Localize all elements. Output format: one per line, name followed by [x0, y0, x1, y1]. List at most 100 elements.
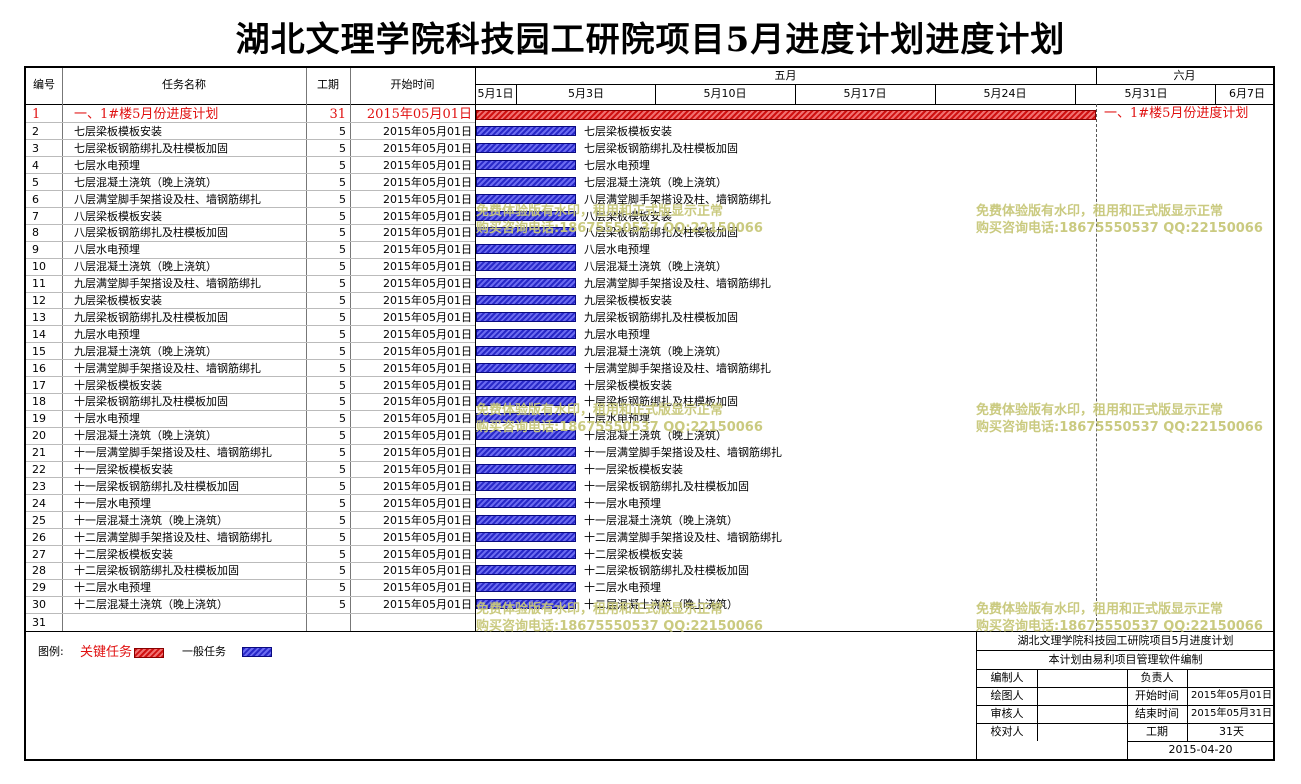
table-row[interactable]: 20 十层混凝土浇筑（晚上浇筑） 5 2015年05月01日: [26, 427, 475, 444]
table-row[interactable]: 15 九层混凝土浇筑（晚上浇筑） 5 2015年05月01日: [26, 343, 475, 360]
table-row[interactable]: 24 十一层水电预埋 5 2015年05月01日: [26, 495, 475, 512]
table-row[interactable]: 26 十二层满堂脚手架搭设及柱、墙钢筋绑扎 5 2015年05月01日: [26, 529, 475, 546]
watermark-line1: 免费体验版有水印，租用和正式版显示正常: [976, 403, 1224, 418]
task-bar[interactable]: [476, 142, 576, 153]
task-id: 7: [32, 209, 39, 223]
table-row[interactable]: 8 八层梁板钢筋绑扎及柱模板加固 5 2015年05月01日: [26, 224, 475, 241]
task-bar[interactable]: [476, 295, 576, 305]
table-row[interactable]: 4 七层水电预埋 5 2015年05月01日: [26, 157, 475, 174]
task-bar[interactable]: [476, 464, 576, 474]
table-row[interactable]: 18 十层梁板钢筋绑扎及柱模板加固 5 2015年05月01日: [26, 393, 475, 410]
tick-label: 5月10日: [703, 87, 747, 100]
table-row[interactable]: 3 七层梁板钢筋绑扎及柱模板加固 5 2015年05月01日: [26, 140, 475, 157]
task-name: 十一层混凝土浇筑（晚上浇筑）: [74, 513, 228, 527]
task-bar[interactable]: [476, 531, 576, 542]
task-start: 2015年05月01日: [383, 344, 472, 358]
table-row[interactable]: 5 七层混凝土浇筑（晚上浇筑） 5 2015年05月01日: [26, 174, 475, 191]
tb-end-label: 结束时间: [1135, 707, 1179, 720]
task-id: 12: [32, 294, 46, 307]
table-row[interactable]: 30 十二层混凝土浇筑（晚上浇筑） 5 2015年05月01日: [26, 596, 475, 613]
task-bar[interactable]: [476, 126, 576, 136]
header-name: 任务名称: [162, 78, 206, 91]
table-row[interactable]: 9 八层水电预埋 5 2015年05月01日: [26, 241, 475, 258]
watermark-line1: 免费体验版有水印，租用和正式版显示正常: [476, 204, 724, 219]
table-row[interactable]: 7 八层梁板模板安装 5 2015年05月01日: [26, 208, 475, 225]
table-row[interactable]: 16 十层满堂脚手架搭设及柱、墙钢筋绑扎 5 2015年05月01日: [26, 360, 475, 377]
summary-start: 2015年05月01日: [366, 107, 472, 122]
task-bar[interactable]: [476, 261, 576, 272]
table-row[interactable]: 17 十层梁板模板安装 5 2015年05月01日: [26, 377, 475, 394]
table-row[interactable]: 10 八层混凝土浇筑（晚上浇筑） 5 2015年05月01日: [26, 258, 475, 275]
task-bar[interactable]: [476, 565, 576, 576]
task-start: 2015年05月01日: [383, 378, 472, 392]
task-duration: 5: [339, 192, 346, 206]
table-row[interactable]: 12 九层梁板模板安装 5 2015年05月01日: [26, 292, 475, 309]
task-bar[interactable]: [476, 362, 576, 373]
task-bar[interactable]: [476, 345, 576, 356]
task-id: 2: [32, 125, 39, 138]
table-row[interactable]: 2 七层梁板模板安装 5 2015年05月01日: [26, 123, 475, 140]
task-name: 七层梁板模板安装: [74, 125, 162, 138]
table-row[interactable]: 28 十二层梁板钢筋绑扎及柱模板加固 5 2015年05月01日: [26, 562, 475, 579]
summary-row[interactable]: 1 一、1#楼5月份进度计划 31 2015年05月01日: [26, 106, 475, 123]
task-name: 十二层梁板钢筋绑扎及柱模板加固: [74, 564, 239, 578]
tick-label: 5月1日: [477, 87, 514, 100]
task-name: 十二层水电预埋: [74, 581, 151, 595]
task-bar-label: 十一层梁板模板安装: [584, 463, 683, 476]
table-row[interactable]: 22 十一层梁板模板安装 5 2015年05月01日: [26, 461, 475, 478]
watermark-line2: 购买咨询电话:18675550537 QQ:22150066: [976, 619, 1263, 634]
task-duration: 5: [339, 209, 346, 223]
task-bar-label: 八层混凝土浇筑（晚上浇筑）: [584, 260, 727, 274]
table-row[interactable]: 13 九层梁板钢筋绑扎及柱模板加固 5 2015年05月01日: [26, 309, 475, 326]
tick-label: 5月17日: [843, 87, 887, 100]
task-bar[interactable]: [476, 480, 576, 491]
task-id: 21: [32, 446, 46, 460]
table-row[interactable]: 14 九层水电预埋 5 2015年05月01日: [26, 326, 475, 343]
task-id: 29: [32, 581, 46, 595]
table-row[interactable]: 11 九层满堂脚手架搭设及柱、墙钢筋绑扎 5 2015年05月01日: [26, 275, 475, 292]
table-row[interactable]: 19 十层水电预埋 5 2015年05月01日: [26, 410, 475, 427]
summary-bar[interactable]: [476, 110, 1096, 120]
task-bar[interactable]: [476, 244, 576, 255]
task-bar[interactable]: [476, 176, 576, 187]
task-name: 八层满堂脚手架搭设及柱、墙钢筋绑扎: [74, 192, 261, 206]
tick-sep: [935, 84, 936, 104]
task-start: 2015年05月01日: [383, 547, 472, 561]
task-bar[interactable]: [476, 548, 576, 559]
task-bar[interactable]: [476, 582, 576, 593]
task-bar[interactable]: [476, 514, 576, 525]
table-row[interactable]: 27 十二层梁板模板安装 5 2015年05月01日: [26, 546, 475, 563]
tb-editor-label: 编制人: [990, 671, 1024, 684]
task-bar[interactable]: [476, 328, 576, 339]
table-row[interactable]: 29 十二层水电预埋 5 2015年05月01日: [26, 579, 475, 596]
summary-bar-label: 一、1#楼5月份进度计划: [1104, 106, 1249, 121]
table-row[interactable]: 21 十一层满堂脚手架搭设及柱、墙钢筋绑扎 5 2015年05月01日: [26, 444, 475, 461]
task-bar[interactable]: [476, 497, 576, 508]
tick-label: 6月7日: [1229, 87, 1265, 100]
task-bar-label: 十一层梁板钢筋绑扎及柱模板加固: [584, 479, 749, 493]
table-row[interactable]: 6 八层满堂脚手架搭设及柱、墙钢筋绑扎 5 2015年05月01日: [26, 191, 475, 208]
period-end-line: [1096, 104, 1097, 631]
task-bar[interactable]: [476, 159, 576, 170]
task-bar[interactable]: [476, 447, 576, 458]
summary-id: 1: [32, 107, 41, 122]
task-bar[interactable]: [476, 311, 576, 322]
legend-label: 图例:: [38, 645, 64, 658]
task-duration: 5: [339, 395, 346, 409]
tick-label: 5月31日: [1124, 87, 1168, 100]
task-bar-label: 九层混凝土浇筑（晚上浇筑）: [584, 344, 727, 358]
task-bar-label: 八层水电预埋: [584, 243, 650, 257]
tick-label: 5月3日: [568, 87, 604, 100]
table-row[interactable]: 23 十一层梁板钢筋绑扎及柱模板加固 5 2015年05月01日: [26, 478, 475, 495]
watermark-line1: 免费体验版有水印，租用和正式版显示正常: [976, 602, 1224, 617]
task-duration: 5: [339, 125, 346, 138]
task-start: 2015年05月01日: [383, 446, 472, 460]
legend-critical-label: 关键任务: [80, 645, 133, 660]
task-id: 17: [32, 378, 46, 392]
task-duration: 5: [339, 581, 346, 595]
watermark-line1: 免费体验版有水印，租用和正式版显示正常: [976, 204, 1224, 219]
task-start: 2015年05月01日: [383, 564, 472, 578]
table-row[interactable]: 25 十一层混凝土浇筑（晚上浇筑） 5 2015年05月01日: [26, 512, 475, 529]
task-bar[interactable]: [476, 379, 576, 390]
task-bar[interactable]: [476, 278, 576, 289]
